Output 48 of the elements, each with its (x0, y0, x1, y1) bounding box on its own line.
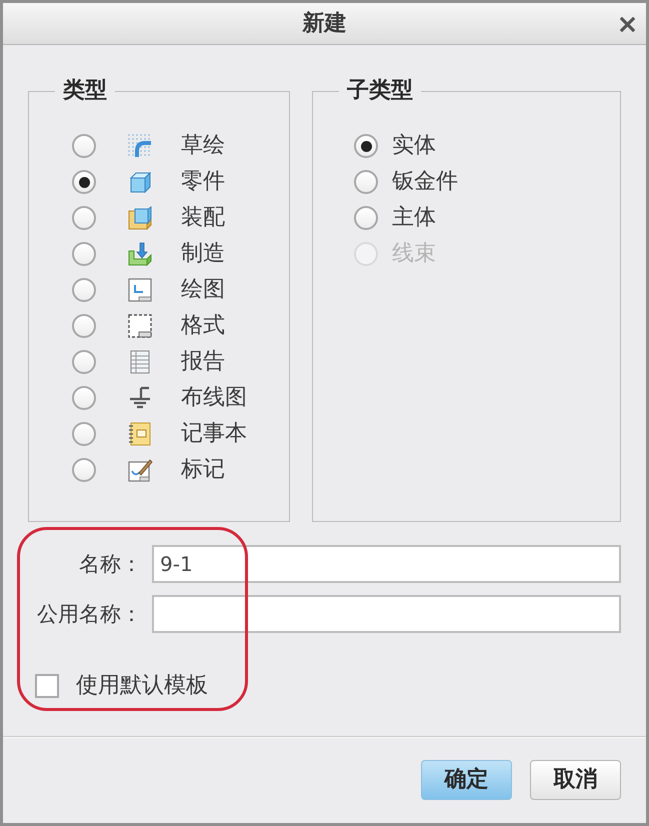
manufacturing-icon (127, 241, 153, 267)
text-field[interactable] (152, 595, 621, 633)
text-field[interactable]: 9-1 (152, 545, 621, 583)
field-label: 名称： (78, 551, 142, 577)
assembly-icon (127, 205, 153, 231)
drawing-sheet-icon (127, 277, 153, 303)
radio-button[interactable] (72, 422, 96, 446)
option-label: 主体 (392, 205, 436, 231)
radio-button[interactable] (72, 206, 96, 230)
close-icon[interactable] (620, 17, 635, 32)
radio-button[interactable] (72, 314, 96, 338)
format-sheet-icon (127, 313, 153, 339)
window-title: 新建 (302, 10, 346, 36)
radio-button[interactable] (72, 386, 96, 410)
radio-button[interactable] (72, 350, 96, 374)
group-title: 子类型 (346, 79, 414, 103)
group-title: 类型 (62, 79, 108, 103)
dialog-button[interactable]: 取消 (530, 760, 621, 800)
radio-button[interactable] (354, 134, 378, 158)
wiring-icon (127, 385, 153, 411)
option-label: 记事本 (181, 421, 247, 447)
radio-button[interactable] (354, 206, 378, 230)
radio-button[interactable] (72, 134, 96, 158)
notebook-icon (127, 421, 153, 447)
option-label: 草绘 (181, 133, 225, 159)
option-label: 钣金件 (392, 169, 458, 195)
checkbox[interactable] (35, 674, 59, 698)
option-label: 零件 (181, 169, 225, 195)
markup-icon (127, 457, 153, 483)
radio-button[interactable] (72, 242, 96, 266)
option-label: 制造 (181, 241, 225, 267)
radio-button[interactable] (72, 278, 96, 302)
option-label: 实体 (392, 133, 436, 159)
cube-icon (127, 169, 153, 195)
checkbox-label: 使用默认模板 (76, 673, 208, 699)
option-label: 绘图 (181, 277, 225, 303)
option-label: 格式 (181, 313, 225, 339)
radio-button[interactable] (354, 170, 378, 194)
radio-button[interactable] (72, 170, 96, 194)
option-label: 布线图 (181, 385, 247, 411)
radio-button[interactable] (72, 458, 96, 482)
sketch-icon (127, 133, 153, 159)
option-label: 装配 (181, 205, 225, 231)
option-label: 线束 (392, 241, 436, 267)
dialog-button[interactable]: 确定 (421, 760, 512, 800)
option-label: 报告 (181, 349, 225, 375)
field-label: 公用名称： (36, 601, 142, 627)
option-label: 标记 (181, 457, 225, 483)
